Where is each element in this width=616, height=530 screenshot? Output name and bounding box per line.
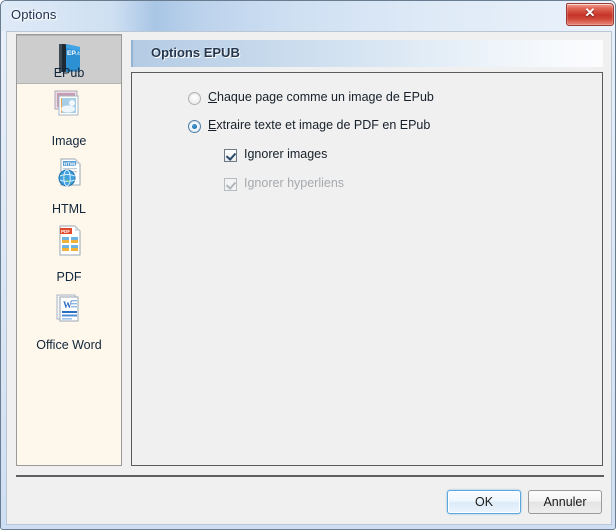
sidebar-item-label: PDF <box>56 270 82 284</box>
close-icon: ✕ <box>584 5 596 20</box>
sidebar-item-label: EPub <box>53 66 85 80</box>
page-title: Options EPUB <box>151 45 240 60</box>
content-header-banner: Options EPUB <box>131 40 603 67</box>
footer-separator <box>16 475 604 477</box>
option-label-ignore-hyperlinks: Ignorer hyperliens <box>244 176 345 190</box>
sidebar-item-label: HTML <box>51 202 87 216</box>
svg-text:PDF: PDF <box>61 229 70 234</box>
image-photos-icon <box>50 87 88 125</box>
sidebar-item-label: Office Word <box>36 338 102 352</box>
cancel-button[interactable]: Annuler <box>528 490 602 514</box>
svg-text:W: W <box>63 300 72 310</box>
options-dialog-window: Options ✕ EP ub EPub Image HTML HTML PDF… <box>0 0 616 530</box>
category-sidebar[interactable]: EP ub EPub Image HTML HTML PDF PDF W Off… <box>16 34 122 466</box>
close-button[interactable]: ✕ <box>566 3 614 26</box>
radio-extract-text-and-image[interactable] <box>188 120 201 133</box>
label-rest: xtraire texte et image de PDF en EPub <box>216 118 431 132</box>
option-label-extract-text-and-image[interactable]: Extraire texte et image de PDF en EPub <box>208 118 430 133</box>
pdf-document-icon: PDF <box>50 223 88 261</box>
accel-letter: C <box>208 90 218 104</box>
svg-text:ub: ub <box>75 51 81 57</box>
sidebar-item-epub[interactable]: EP ub EPub <box>17 35 121 84</box>
option-row-ignore-hyperlinks: Ignorer hyperliens <box>224 176 344 191</box>
epub-options-panel: Chaque page comme un image de EPub Extra… <box>131 72 603 466</box>
option-row-page-as-image[interactable]: Chaque page comme un image de EPub <box>188 90 434 105</box>
option-label-page-as-image[interactable]: Chaque page comme un image de EPub <box>208 90 434 105</box>
svg-text:HTML: HTML <box>64 161 77 166</box>
dialog-client-area: EP ub EPub Image HTML HTML PDF PDF W Off… <box>6 31 612 525</box>
sidebar-item-pdf[interactable]: PDF PDF <box>17 220 121 288</box>
label-rest: haque page comme un image de EPub <box>217 90 434 104</box>
word-document-icon: W <box>50 291 88 329</box>
option-label-ignore-images[interactable]: Ignorer images <box>244 147 327 162</box>
option-row-extract-text-and-image[interactable]: Extraire texte et image de PDF en EPub <box>188 118 430 133</box>
option-row-ignore-images[interactable]: Ignorer images <box>224 147 327 162</box>
ok-button[interactable]: OK <box>447 490 521 514</box>
sidebar-item-office-word[interactable]: W Office Word <box>17 288 121 356</box>
sidebar-item-label: Image <box>51 134 87 148</box>
sidebar-item-image[interactable]: Image <box>17 84 121 152</box>
checkbox-ignore-hyperlinks <box>224 178 237 191</box>
title-bar: Options ✕ <box>1 1 615 31</box>
html-globe-icon: HTML <box>50 155 88 193</box>
sidebar-item-html[interactable]: HTML HTML <box>17 152 121 220</box>
window-title: Options <box>11 7 57 22</box>
radio-page-as-image[interactable] <box>188 92 201 105</box>
checkbox-ignore-images[interactable] <box>224 149 237 162</box>
